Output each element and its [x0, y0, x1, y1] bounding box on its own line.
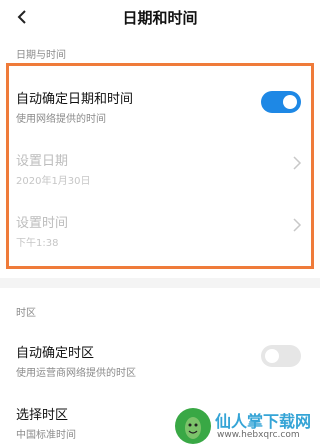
auto-timezone-toggle[interactable] [261, 345, 301, 367]
watermark-name: 仙人掌下载网 [215, 412, 312, 431]
auto-datetime-row[interactable]: 自动确定日期和时间 使用网络提供的时间 [16, 88, 304, 125]
watermark-url: www.hebxqrc.com [217, 430, 300, 440]
chevron-right-icon [293, 218, 302, 232]
set-time-title: 设置时间 [16, 216, 69, 231]
auto-datetime-toggle[interactable] [261, 91, 301, 113]
set-date-title: 设置日期 [16, 154, 69, 169]
set-time-value: 下午1:38 [16, 238, 59, 249]
set-time-row[interactable]: 设置时间 下午1:38 [16, 212, 304, 249]
toggle-knob [283, 95, 297, 109]
app-header: 日期和时间 [0, 0, 320, 38]
section-divider [0, 278, 320, 288]
page-title: 日期和时间 [122, 9, 198, 27]
section-label-timezone: 时区 [16, 308, 36, 319]
chevron-right-icon [293, 156, 302, 170]
set-date-value: 2020年1月30日 [16, 176, 91, 187]
site-watermark: 仙人掌下载网 www.hebxqrc.com [175, 404, 320, 448]
auto-timezone-row[interactable]: 自动确定时区 使用运营商网络提供的时区 [16, 342, 304, 379]
toggle-knob [265, 349, 279, 363]
auto-timezone-subtitle: 使用运营商网络提供的时区 [16, 368, 136, 379]
cactus-logo-icon [175, 408, 211, 444]
set-date-row[interactable]: 设置日期 2020年1月30日 [16, 150, 304, 187]
section-label-date-time: 日期与时间 [16, 50, 66, 61]
auto-datetime-subtitle: 使用网络提供的时间 [16, 114, 106, 125]
